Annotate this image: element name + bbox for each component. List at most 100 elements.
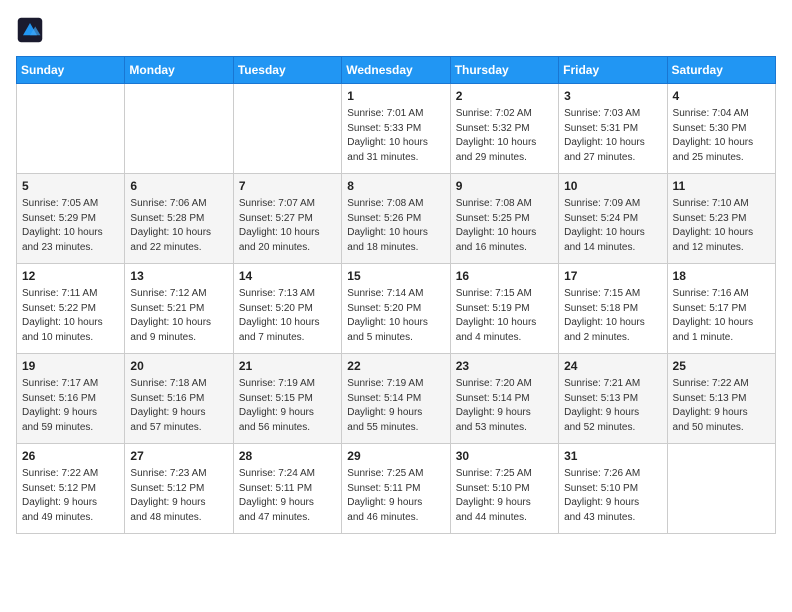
day-number: 7 [239, 178, 336, 195]
day-info: Sunrise: 7:20 AM Sunset: 5:14 PM Dayligh… [456, 377, 553, 435]
day-number: 27 [130, 448, 227, 465]
calendar-week-5: 26Sunrise: 7:22 AM Sunset: 5:12 PM Dayli… [17, 444, 776, 534]
calendar-cell: 30 Sunrise: 7:25 AM Sunset: 5:10 PM Dayli… [450, 444, 558, 534]
calendar-cell: 14 Sunrise: 7:13 AM Sunset: 5:20 PM Dayli… [233, 264, 341, 354]
calendar-cell: 6 Sunrise: 7:06 AM Sunset: 5:28 PM Daylig… [125, 174, 233, 264]
calendar-cell: 28 Sunrise: 7:24 AM Sunset: 5:11 PM Dayli… [233, 444, 341, 534]
day-info: Sunrise: 7:15 AM Sunset: 5:19 PM Dayligh… [456, 287, 553, 345]
calendar-week-2: 5Sunrise: 7:05 AM Sunset: 5:29 PM Daylig… [17, 174, 776, 264]
day-number: 17 [564, 268, 661, 285]
day-number: 4 [673, 88, 770, 105]
day-info: Sunrise: 7:02 AM Sunset: 5:32 PM Dayligh… [456, 107, 553, 165]
calendar-cell: 13 Sunrise: 7:12 AM Sunset: 5:21 PM Dayli… [125, 264, 233, 354]
day-number: 9 [456, 178, 553, 195]
calendar: SundayMondayTuesdayWednesdayThursdayFrid… [16, 56, 776, 534]
day-number: 10 [564, 178, 661, 195]
day-number: 25 [673, 358, 770, 375]
day-info: Sunrise: 7:19 AM Sunset: 5:14 PM Dayligh… [347, 377, 444, 435]
day-number: 1 [347, 88, 444, 105]
day-info: Sunrise: 7:12 AM Sunset: 5:21 PM Dayligh… [130, 287, 227, 345]
calendar-cell: 12 Sunrise: 7:11 AM Sunset: 5:22 PM Dayli… [17, 264, 125, 354]
calendar-cell: 21 Sunrise: 7:19 AM Sunset: 5:15 PM Dayli… [233, 354, 341, 444]
calendar-cell: 20 Sunrise: 7:18 AM Sunset: 5:16 PM Dayli… [125, 354, 233, 444]
calendar-cell: 18Sunrise: 7:16 AM Sunset: 5:17 PM Dayli… [667, 264, 775, 354]
day-info: Sunrise: 7:09 AM Sunset: 5:24 PM Dayligh… [564, 197, 661, 255]
day-info: Sunrise: 7:24 AM Sunset: 5:11 PM Dayligh… [239, 467, 336, 525]
calendar-cell: 11 Sunrise: 7:10 AM Sunset: 5:23 PM Dayli… [667, 174, 775, 264]
day-number: 8 [347, 178, 444, 195]
calendar-cell: 15 Sunrise: 7:14 AM Sunset: 5:20 PM Dayli… [342, 264, 450, 354]
calendar-cell [17, 84, 125, 174]
day-number: 12 [22, 268, 119, 285]
page-header [16, 16, 776, 44]
weekday-header-thursday: Thursday [450, 57, 558, 84]
day-info: Sunrise: 7:03 AM Sunset: 5:31 PM Dayligh… [564, 107, 661, 165]
day-number: 21 [239, 358, 336, 375]
day-info: Sunrise: 7:13 AM Sunset: 5:20 PM Dayligh… [239, 287, 336, 345]
day-info: Sunrise: 7:04 AM Sunset: 5:30 PM Dayligh… [673, 107, 770, 165]
day-number: 23 [456, 358, 553, 375]
day-number: 30 [456, 448, 553, 465]
day-info: Sunrise: 7:25 AM Sunset: 5:11 PM Dayligh… [347, 467, 444, 525]
day-number: 28 [239, 448, 336, 465]
calendar-cell: 22Sunrise: 7:19 AM Sunset: 5:14 PM Dayli… [342, 354, 450, 444]
calendar-week-3: 12 Sunrise: 7:11 AM Sunset: 5:22 PM Dayli… [17, 264, 776, 354]
day-number: 6 [130, 178, 227, 195]
day-info: Sunrise: 7:08 AM Sunset: 5:26 PM Dayligh… [347, 197, 444, 255]
day-info: Sunrise: 7:05 AM Sunset: 5:29 PM Dayligh… [22, 197, 119, 255]
calendar-cell: 29 Sunrise: 7:25 AM Sunset: 5:11 PM Dayli… [342, 444, 450, 534]
calendar-cell: 2Sunrise: 7:02 AM Sunset: 5:32 PM Daylig… [450, 84, 558, 174]
weekday-header-wednesday: Wednesday [342, 57, 450, 84]
calendar-cell: 31Sunrise: 7:26 AM Sunset: 5:10 PM Dayli… [559, 444, 667, 534]
day-number: 14 [239, 268, 336, 285]
day-info: Sunrise: 7:15 AM Sunset: 5:18 PM Dayligh… [564, 287, 661, 345]
weekday-header-row: SundayMondayTuesdayWednesdayThursdayFrid… [17, 57, 776, 84]
calendar-cell: 17 Sunrise: 7:15 AM Sunset: 5:18 PM Dayli… [559, 264, 667, 354]
calendar-cell: 24 Sunrise: 7:21 AM Sunset: 5:13 PM Dayli… [559, 354, 667, 444]
day-info: Sunrise: 7:21 AM Sunset: 5:13 PM Dayligh… [564, 377, 661, 435]
calendar-cell: 3 Sunrise: 7:03 AM Sunset: 5:31 PM Daylig… [559, 84, 667, 174]
day-info: Sunrise: 7:22 AM Sunset: 5:12 PM Dayligh… [22, 467, 119, 525]
logo-icon [16, 16, 44, 44]
day-number: 18 [673, 268, 770, 285]
day-info: Sunrise: 7:11 AM Sunset: 5:22 PM Dayligh… [22, 287, 119, 345]
calendar-cell [233, 84, 341, 174]
day-info: Sunrise: 7:06 AM Sunset: 5:28 PM Dayligh… [130, 197, 227, 255]
calendar-cell: 7 Sunrise: 7:07 AM Sunset: 5:27 PM Daylig… [233, 174, 341, 264]
weekday-header-saturday: Saturday [667, 57, 775, 84]
day-number: 29 [347, 448, 444, 465]
day-number: 15 [347, 268, 444, 285]
calendar-cell [125, 84, 233, 174]
calendar-cell: 27 Sunrise: 7:23 AM Sunset: 5:12 PM Dayli… [125, 444, 233, 534]
day-number: 24 [564, 358, 661, 375]
logo [16, 16, 48, 44]
calendar-cell: 8 Sunrise: 7:08 AM Sunset: 5:26 PM Daylig… [342, 174, 450, 264]
calendar-cell: 23 Sunrise: 7:20 AM Sunset: 5:14 PM Dayli… [450, 354, 558, 444]
day-info: Sunrise: 7:01 AM Sunset: 5:33 PM Dayligh… [347, 107, 444, 165]
calendar-cell: 5Sunrise: 7:05 AM Sunset: 5:29 PM Daylig… [17, 174, 125, 264]
day-number: 3 [564, 88, 661, 105]
day-info: Sunrise: 7:08 AM Sunset: 5:25 PM Dayligh… [456, 197, 553, 255]
day-number: 11 [673, 178, 770, 195]
day-number: 19 [22, 358, 119, 375]
calendar-cell: 10 Sunrise: 7:09 AM Sunset: 5:24 PM Dayli… [559, 174, 667, 264]
day-info: Sunrise: 7:22 AM Sunset: 5:13 PM Dayligh… [673, 377, 770, 435]
day-info: Sunrise: 7:07 AM Sunset: 5:27 PM Dayligh… [239, 197, 336, 255]
calendar-cell: 9 Sunrise: 7:08 AM Sunset: 5:25 PM Daylig… [450, 174, 558, 264]
day-info: Sunrise: 7:19 AM Sunset: 5:15 PM Dayligh… [239, 377, 336, 435]
day-info: Sunrise: 7:23 AM Sunset: 5:12 PM Dayligh… [130, 467, 227, 525]
day-number: 16 [456, 268, 553, 285]
day-info: Sunrise: 7:17 AM Sunset: 5:16 PM Dayligh… [22, 377, 119, 435]
calendar-week-4: 19 Sunrise: 7:17 AM Sunset: 5:16 PM Dayli… [17, 354, 776, 444]
weekday-header-monday: Monday [125, 57, 233, 84]
calendar-cell: 16 Sunrise: 7:15 AM Sunset: 5:19 PM Dayli… [450, 264, 558, 354]
day-info: Sunrise: 7:25 AM Sunset: 5:10 PM Dayligh… [456, 467, 553, 525]
day-info: Sunrise: 7:10 AM Sunset: 5:23 PM Dayligh… [673, 197, 770, 255]
calendar-week-1: 1 Sunrise: 7:01 AM Sunset: 5:33 PM Daylig… [17, 84, 776, 174]
day-info: Sunrise: 7:18 AM Sunset: 5:16 PM Dayligh… [130, 377, 227, 435]
day-number: 20 [130, 358, 227, 375]
day-info: Sunrise: 7:26 AM Sunset: 5:10 PM Dayligh… [564, 467, 661, 525]
day-info: Sunrise: 7:14 AM Sunset: 5:20 PM Dayligh… [347, 287, 444, 345]
calendar-cell [667, 444, 775, 534]
day-number: 13 [130, 268, 227, 285]
